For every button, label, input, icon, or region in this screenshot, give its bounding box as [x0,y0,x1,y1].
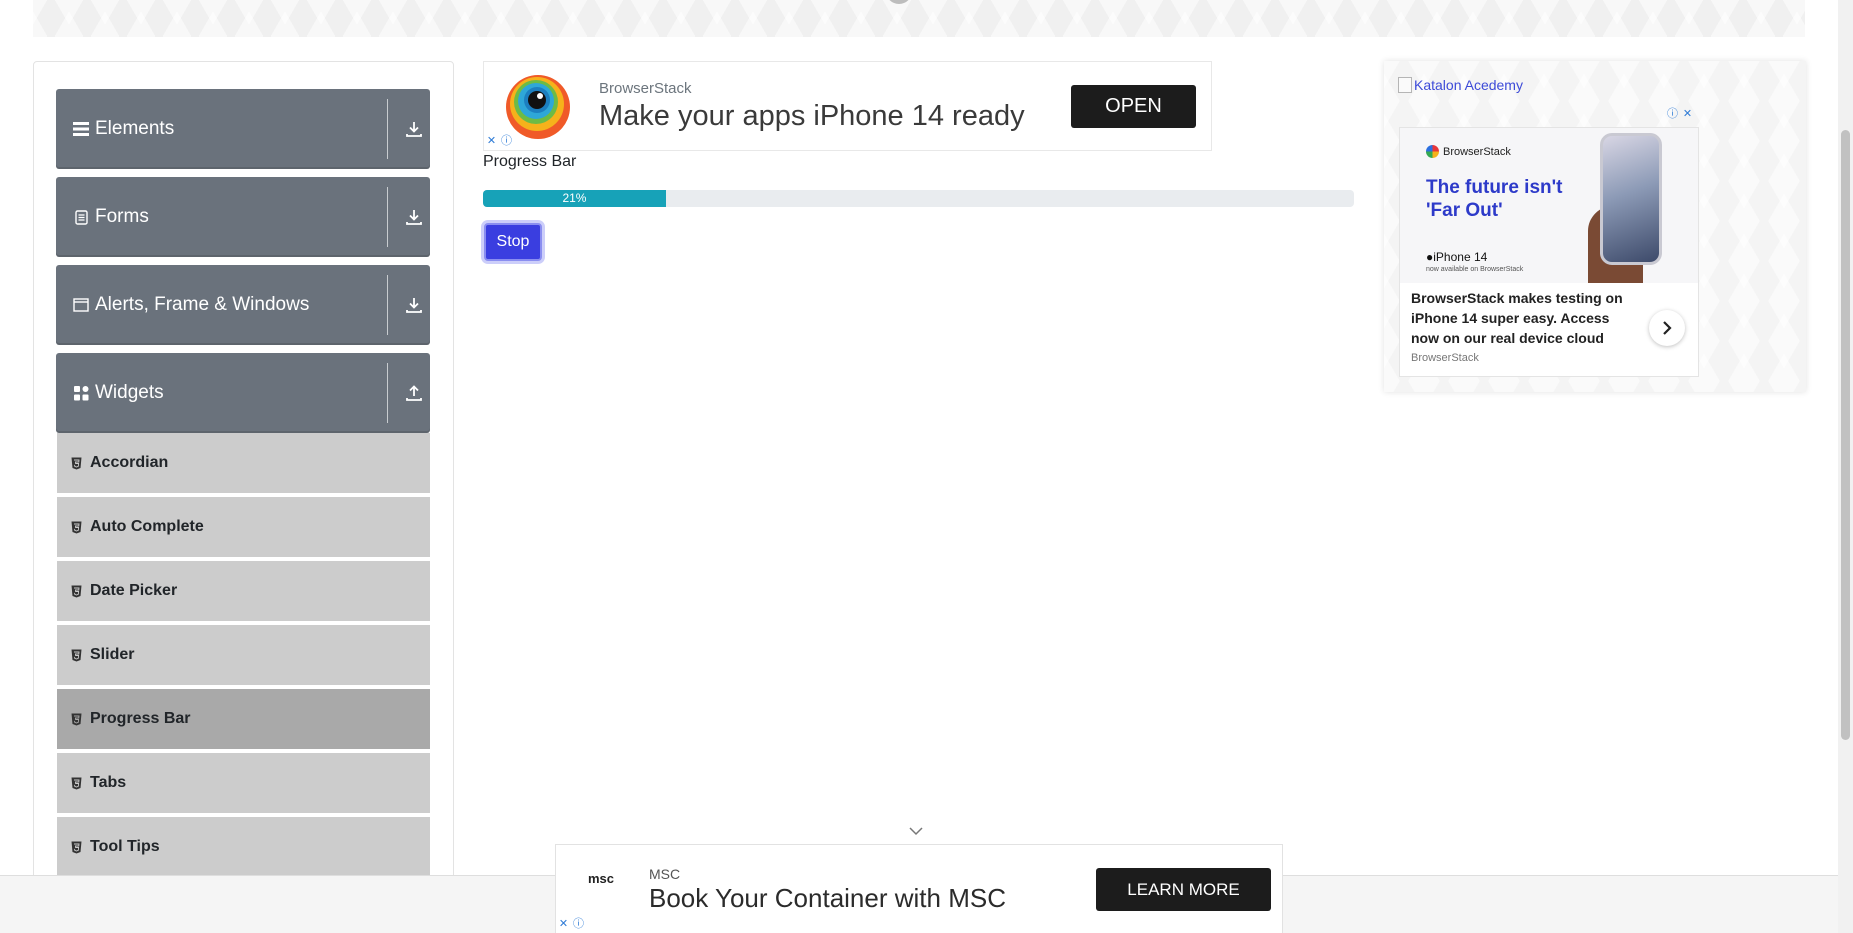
info-icon[interactable]: ⓘ [500,135,513,148]
divider [387,187,388,247]
html5-icon [71,777,82,789]
ad-headline: Make your apps iPhone 14 ready [599,100,1025,132]
bottom-ad-banner[interactable]: msc MSC Book Your Container with MSC LEA… [555,844,1283,933]
sidebar-group-label: Forms [95,206,149,227]
sidebar-group-label: Alerts, Frame & Windows [95,294,310,315]
sidebar-item-label: Accordian [90,454,169,471]
sidebar-panel: Elements Forms Alerts, Frame & Windows W… [33,61,454,933]
side-ad-brand: BrowserStack [1426,145,1511,158]
side-ad-next-button[interactable] [1649,310,1685,346]
ad-open-button[interactable]: OPEN [1071,85,1196,128]
html5-icon [71,585,82,597]
header-logo-fragment [886,0,912,4]
right-sidebar: Katalon Acedemy BrowserStack The future … [1384,61,1806,392]
divider [387,275,388,335]
side-ad-visual: BrowserStack The future isn't 'Far Out' … [1400,128,1698,283]
html5-icon [71,521,82,533]
chevron-right-icon [1663,321,1672,335]
katalon-link[interactable]: Katalon Acedemy [1398,77,1523,93]
sidebar-item-accordian[interactable]: Accordian [57,433,430,495]
ad-headline: Book Your Container with MSC [649,883,1006,913]
ad-choices[interactable]: ✕ ⓘ [557,918,585,931]
ad-brand: BrowserStack [599,80,692,97]
ad-brand: MSC [649,866,681,882]
sidebar-item-label: Auto Complete [90,518,204,535]
broken-image-icon [1398,77,1412,93]
header-banner [33,0,1805,37]
top-ad-banner[interactable]: BrowserStack Make your apps iPhone 14 re… [483,61,1212,151]
info-icon[interactable]: ⓘ [572,918,585,931]
sidebar-group-widgets[interactable]: Widgets [56,353,430,433]
browserstack-logo-icon [506,75,570,139]
progress-bar-heading: Progress Bar [483,153,577,170]
browserstack-logo-icon [1426,145,1439,158]
ad-learn-more-button[interactable]: LEARN MORE [1096,868,1271,911]
sidebar-item-date-picker[interactable]: Date Picker [57,561,430,623]
sidebar-item-auto-complete[interactable]: Auto Complete [57,497,430,559]
sidebar-item-tool-tips[interactable]: Tool Tips [57,817,430,879]
info-icon[interactable]: ⓘ [1666,108,1679,121]
expand-down-icon[interactable] [405,120,423,138]
side-ad-body: BrowserStack makes testing on iPhone 14 … [1411,290,1623,346]
msc-logo: msc [587,871,615,886]
widgets-icon [73,385,89,401]
katalon-link-text: Katalon Acedemy [1414,77,1523,93]
sidebar-group-label: Elements [95,118,175,139]
side-ad-tagline: The future isn't 'Far Out' [1426,177,1563,221]
divider [387,363,388,423]
close-icon[interactable]: ✕ [1681,108,1694,121]
list-icon [73,121,89,137]
close-icon[interactable]: ✕ [557,918,570,931]
stop-button[interactable]: Stop [484,223,542,261]
vertical-scrollbar[interactable] [1838,0,1853,933]
sidebar-item-tabs[interactable]: Tabs [57,753,430,815]
sidebar-group-alerts[interactable]: Alerts, Frame & Windows [56,265,430,345]
html5-icon [71,713,82,725]
side-ad[interactable]: BrowserStack The future isn't 'Far Out' … [1399,127,1699,377]
collapse-up-icon[interactable] [405,384,423,402]
html5-icon [71,457,82,469]
sidebar-item-label: Tabs [90,774,127,791]
side-ad-product-text: iPhone 14 [1433,250,1488,264]
html5-icon [71,841,82,853]
sidebar-item-label: Tool Tips [90,838,160,855]
progress-bar: 21% [483,190,1354,207]
window-icon [73,297,89,313]
side-ad-footer: BrowserStack [1411,352,1479,364]
progress-bar-fill: 21% [483,190,666,207]
sidebar-item-label: Progress Bar [90,710,191,727]
document-icon [73,209,89,225]
expand-down-icon[interactable] [405,296,423,314]
chevron-down-icon[interactable] [908,826,924,836]
sidebar-item-label: Date Picker [90,582,178,599]
scrollbar-thumb[interactable] [1841,130,1850,740]
sidebar-item-progress-bar[interactable]: Progress Bar [57,689,430,751]
expand-down-icon[interactable] [405,208,423,226]
side-ad-product: ●iPhone 14 [1426,250,1487,264]
side-ad-choices[interactable]: ⓘ ✕ [1666,108,1694,121]
ad-choices[interactable]: ✕ ⓘ [485,135,513,148]
phone-image [1600,133,1662,265]
sidebar-group-label: Widgets [95,382,164,403]
divider [387,99,388,159]
html5-icon [71,649,82,661]
page: Elements Forms Alerts, Frame & Windows W… [0,0,1853,933]
side-ad-product-sub: now available on BrowserStack [1426,266,1524,273]
sidebar-item-label: Slider [90,646,135,663]
side-ad-brand-text: BrowserStack [1443,145,1511,158]
close-icon[interactable]: ✕ [485,135,498,148]
sidebar-group-forms[interactable]: Forms [56,177,430,257]
sidebar-item-slider[interactable]: Slider [57,625,430,687]
sidebar-group-elements[interactable]: Elements [56,89,430,169]
